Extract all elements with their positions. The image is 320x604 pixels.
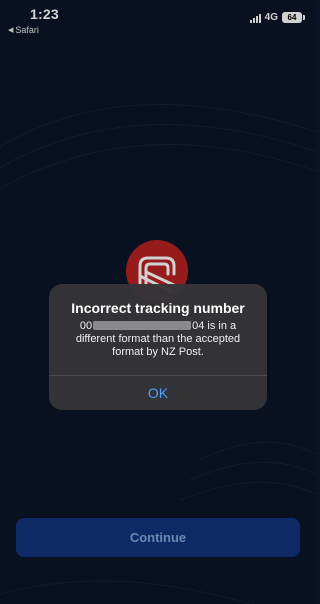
- alert-message: 00 04 is in a different format than the a…: [61, 320, 255, 359]
- continue-button[interactable]: Continue: [16, 518, 300, 557]
- tracking-prefix: 00: [79, 320, 93, 332]
- ok-button[interactable]: OK: [49, 376, 267, 410]
- alert-title: Incorrect tracking number: [71, 300, 245, 316]
- redacted-tracking-number: [93, 321, 192, 330]
- alert-dialog: Incorrect tracking number 00 04 is in a d…: [49, 284, 267, 410]
